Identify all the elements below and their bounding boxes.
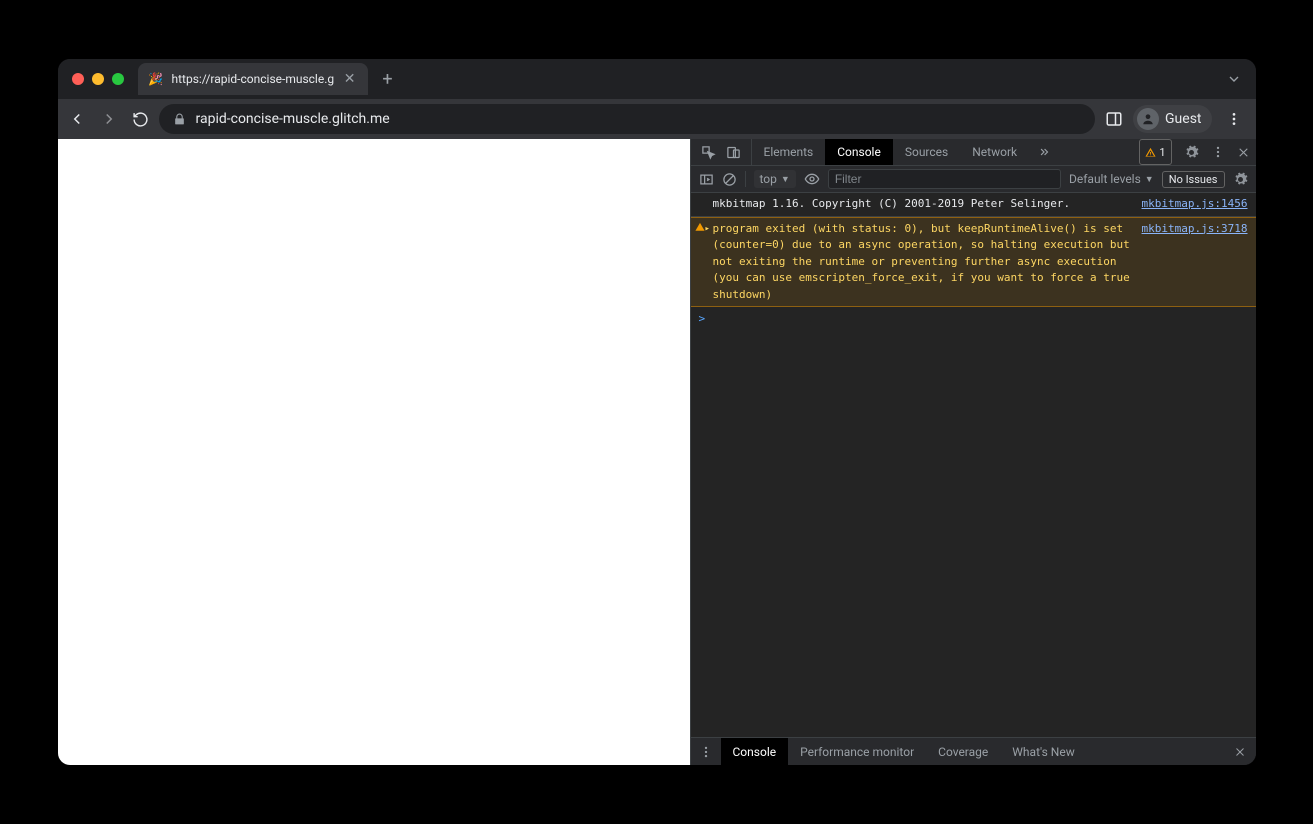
devtools-menu-icon[interactable] (1205, 139, 1231, 165)
close-tab-button[interactable]: ✕ (342, 71, 358, 87)
devtools-tabs: Elements Console Sources Network 1 (691, 139, 1256, 166)
tab-sources[interactable]: Sources (893, 139, 960, 165)
issues-badge[interactable]: 1 (1139, 139, 1171, 165)
forward-button[interactable] (100, 110, 118, 128)
context-label: top (760, 172, 777, 186)
dropdown-icon: ▼ (781, 174, 790, 185)
close-devtools-button[interactable] (1231, 139, 1256, 165)
close-window-button[interactable] (72, 73, 84, 85)
console-settings-icon[interactable] (1233, 172, 1248, 187)
content-area: Elements Console Sources Network 1 (58, 139, 1256, 765)
console-message-warning: ▸ program exited (with status: 0), but k… (691, 217, 1256, 308)
message-text: mkbitmap 1.16. Copyright (C) 2001-2019 P… (713, 196, 1142, 213)
tab-strip: 🎉 https://rapid-concise-muscle.g ✕ + (58, 59, 1256, 99)
browser-toolbar: rapid-concise-muscle.glitch.me Guest (58, 99, 1256, 139)
inspect-element-icon[interactable] (701, 145, 716, 160)
avatar-icon (1137, 108, 1159, 130)
warn-count: 1 (1159, 146, 1165, 159)
address-bar[interactable]: rapid-concise-muscle.glitch.me (159, 104, 1096, 134)
console-prompt[interactable]: > (691, 307, 1256, 332)
window-controls (68, 73, 132, 85)
tab-title: https://rapid-concise-muscle.g (172, 72, 334, 86)
console-toolbar: top ▼ Default levels ▼ No Issues (691, 166, 1256, 193)
new-tab-button[interactable]: + (374, 65, 402, 93)
warning-icon (695, 222, 705, 232)
browser-window: 🎉 https://rapid-concise-muscle.g ✕ + r (58, 59, 1256, 765)
more-tabs-button[interactable] (1029, 139, 1059, 165)
no-issues-button[interactable]: No Issues (1162, 171, 1225, 188)
message-text: program exited (with status: 0), but kee… (713, 221, 1142, 304)
reload-button[interactable] (132, 111, 149, 128)
zoom-window-button[interactable] (112, 73, 124, 85)
favicon-icon: 🎉 (148, 71, 164, 87)
warning-icon (1145, 147, 1156, 158)
drawer-tab-whats-new[interactable]: What's New (1000, 738, 1086, 765)
devtools-settings-icon[interactable] (1178, 139, 1205, 165)
log-levels-selector[interactable]: Default levels ▼ (1069, 172, 1154, 186)
drawer-tab-console[interactable]: Console (721, 738, 789, 765)
expand-icon[interactable]: ▸ (705, 223, 710, 237)
console-sidebar-toggle-icon[interactable] (699, 172, 714, 187)
console-message-info: mkbitmap 1.16. Copyright (C) 2001-2019 P… (691, 193, 1256, 217)
url-text: rapid-concise-muscle.glitch.me (196, 111, 390, 127)
drawer-menu-icon[interactable] (691, 738, 721, 765)
drawer-tab-coverage[interactable]: Coverage (926, 738, 1000, 765)
lock-icon (173, 113, 186, 126)
device-toggle-icon[interactable] (726, 145, 741, 160)
tab-console[interactable]: Console (825, 139, 893, 165)
console-log[interactable]: mkbitmap 1.16. Copyright (C) 2001-2019 P… (691, 193, 1256, 737)
browser-tab[interactable]: 🎉 https://rapid-concise-muscle.g ✕ (138, 63, 368, 95)
devtools-drawer: Console Performance monitor Coverage Wha… (691, 737, 1256, 765)
minimize-window-button[interactable] (92, 73, 104, 85)
console-filter-input[interactable] (828, 169, 1061, 189)
clear-console-icon[interactable] (722, 172, 737, 187)
profile-button[interactable]: Guest (1133, 105, 1211, 133)
browser-menu-button[interactable] (1222, 111, 1246, 127)
page-viewport[interactable] (58, 139, 690, 765)
close-drawer-button[interactable] (1224, 738, 1256, 765)
context-selector[interactable]: top ▼ (754, 170, 796, 188)
dropdown-icon: ▼ (1145, 174, 1154, 185)
side-panel-toggle-icon[interactable] (1105, 110, 1123, 128)
tab-network[interactable]: Network (960, 139, 1029, 165)
prompt-symbol: > (699, 312, 706, 325)
drawer-tab-performance-monitor[interactable]: Performance monitor (788, 738, 926, 765)
tab-elements[interactable]: Elements (752, 139, 826, 165)
tab-search-button[interactable] (1226, 71, 1256, 87)
live-expression-icon[interactable] (804, 171, 820, 187)
devtools-panel: Elements Console Sources Network 1 (690, 139, 1256, 765)
levels-label: Default levels (1069, 172, 1141, 186)
message-source-link[interactable]: mkbitmap.js:1456 (1142, 196, 1248, 213)
message-source-link[interactable]: mkbitmap.js:3718 (1142, 221, 1248, 304)
profile-label: Guest (1165, 111, 1201, 127)
back-button[interactable] (68, 110, 86, 128)
